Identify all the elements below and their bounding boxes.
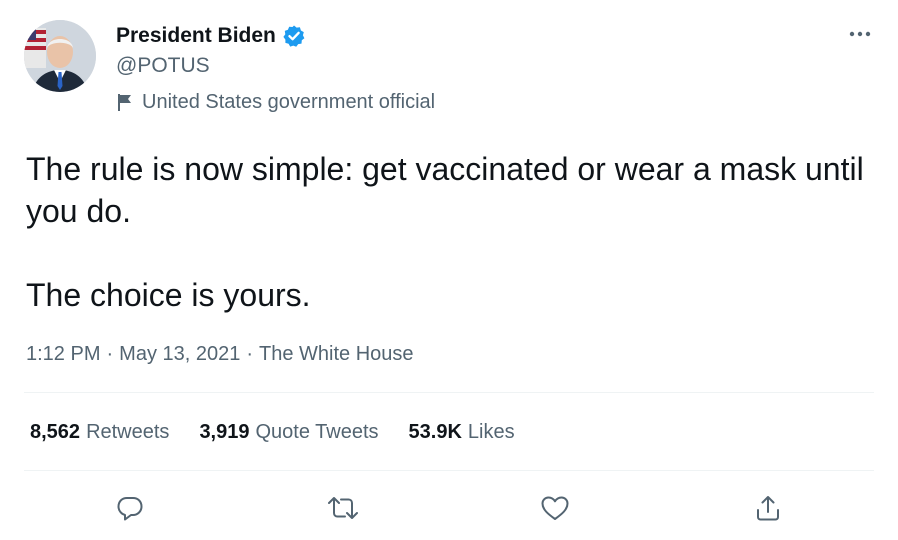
flag-icon (116, 92, 134, 112)
tweet-meta: 1:12 PM · May 13, 2021 · The White House (26, 340, 414, 368)
tweet-actions (0, 488, 898, 528)
likes-count: 53.9K (408, 421, 462, 443)
author-name-row: President Biden (116, 22, 306, 50)
tweet-card: President Biden @POTUS United States gov… (0, 0, 898, 540)
tweet-date[interactable]: May 13, 2021 (119, 340, 240, 368)
meta-separator: · (246, 343, 254, 365)
divider (24, 392, 874, 393)
government-label-text: United States government official (142, 91, 436, 113)
author-name[interactable]: President Biden (116, 22, 276, 50)
government-label[interactable]: United States government official (116, 88, 435, 116)
tweet-text: The rule is now simple: get vaccinated o… (26, 151, 864, 313)
reply-icon[interactable] (110, 488, 150, 528)
likes-label: Likes (467, 421, 515, 443)
meta-separator: · (106, 343, 114, 365)
divider (24, 470, 874, 471)
tweet-stats: 8,562 Retweets 3,919 Quote Tweets 53.9K … (30, 418, 515, 446)
retweets-label: Retweets (86, 421, 170, 443)
tweet-source[interactable]: The White House (259, 340, 414, 368)
tweet-time[interactable]: 1:12 PM (26, 340, 100, 368)
more-icon[interactable] (848, 24, 872, 44)
quote-tweets-stat[interactable]: 3,919 Quote Tweets (199, 418, 378, 446)
avatar[interactable] (24, 20, 96, 92)
retweets-stat[interactable]: 8,562 Retweets (30, 418, 169, 446)
quote-tweets-label: Quote Tweets (255, 421, 379, 443)
retweets-count: 8,562 (30, 421, 81, 443)
author-handle[interactable]: @POTUS (116, 52, 210, 80)
quote-tweets-count: 3,919 (199, 421, 250, 443)
share-icon[interactable] (748, 488, 788, 528)
likes-stat[interactable]: 53.9K Likes (409, 418, 515, 446)
retweet-icon[interactable] (323, 488, 363, 528)
heart-icon[interactable] (535, 488, 575, 528)
verified-badge-icon (282, 24, 306, 48)
